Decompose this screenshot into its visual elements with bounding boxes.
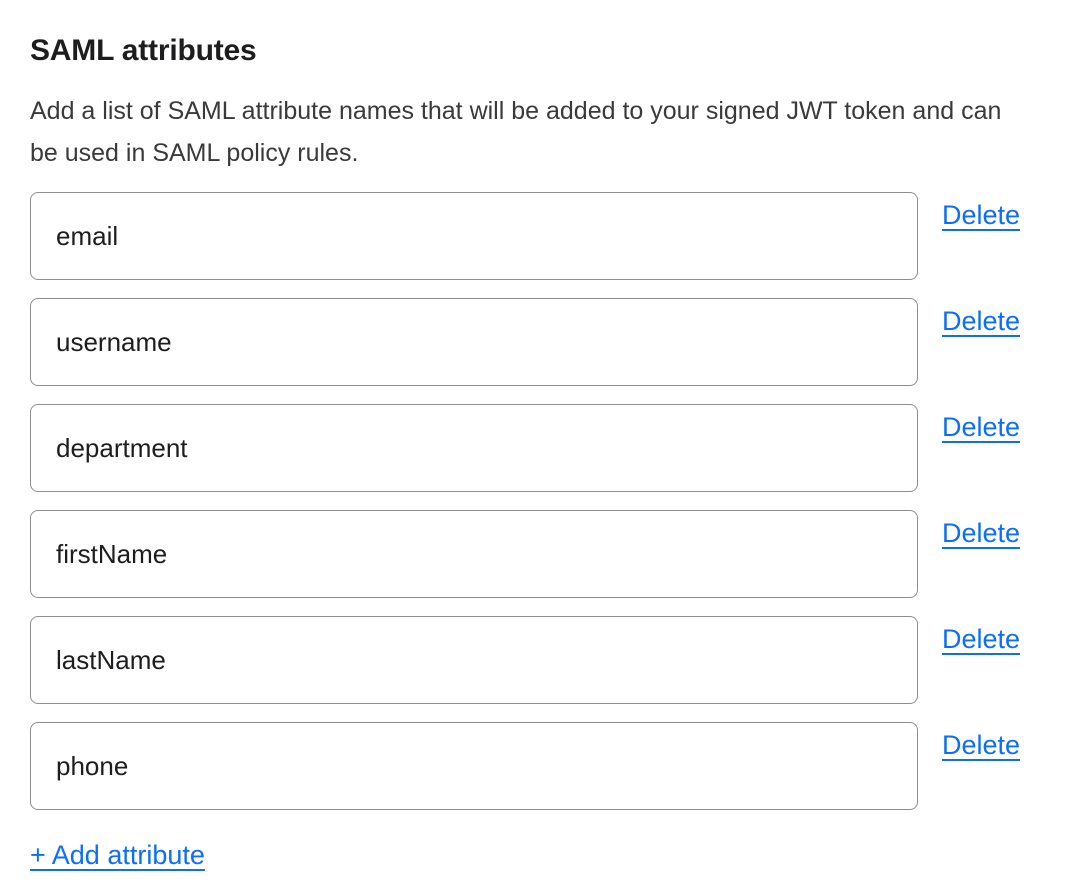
delete-link[interactable]: Delete [942, 730, 1020, 760]
attribute-input[interactable] [30, 404, 918, 492]
attribute-input[interactable] [30, 298, 918, 386]
attribute-row: Delete [30, 616, 1026, 704]
add-attribute-link[interactable]: + Add attribute [30, 840, 205, 870]
delete-link[interactable]: Delete [942, 518, 1020, 548]
attribute-input[interactable] [30, 722, 918, 810]
attribute-row: Delete [30, 192, 1026, 280]
section-description: Add a list of SAML attribute names that … [30, 90, 1020, 174]
delete-link[interactable]: Delete [942, 412, 1020, 442]
attribute-input[interactable] [30, 616, 918, 704]
section-title: SAML attributes [30, 34, 1026, 68]
saml-attributes-section: SAML attributes Add a list of SAML attri… [0, 0, 1066, 870]
attribute-row: Delete [30, 722, 1026, 810]
attribute-row: Delete [30, 510, 1026, 598]
attribute-input[interactable] [30, 192, 918, 280]
delete-link[interactable]: Delete [942, 306, 1020, 336]
delete-link[interactable]: Delete [942, 624, 1020, 654]
attribute-row: Delete [30, 298, 1026, 386]
attribute-row: Delete [30, 404, 1026, 492]
delete-link[interactable]: Delete [942, 200, 1020, 230]
attribute-list: Delete Delete Delete Delete Delete Delet… [30, 192, 1026, 810]
attribute-input[interactable] [30, 510, 918, 598]
